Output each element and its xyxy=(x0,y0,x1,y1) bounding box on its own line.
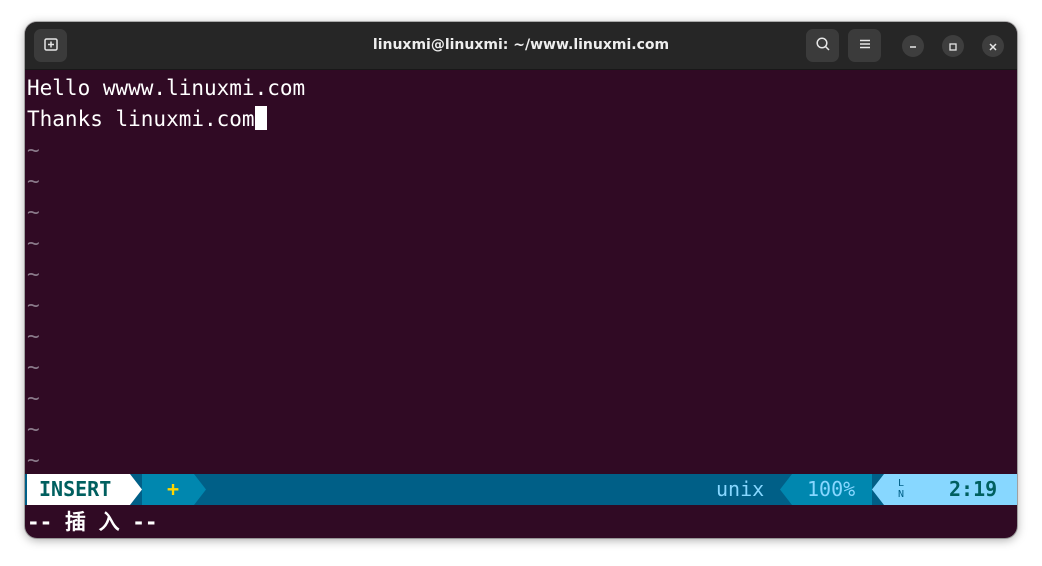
fileformat-separator-arrow xyxy=(780,474,792,505)
search-icon xyxy=(815,36,831,56)
cursor-position: 2:19 xyxy=(949,477,998,501)
line-number-symbol: LN xyxy=(898,478,910,502)
buffer-line-1: Hello wwww.linuxmi.com xyxy=(27,73,305,104)
mode-indicator: INSERT xyxy=(27,474,130,505)
maximize-icon xyxy=(948,37,958,56)
fileformat-label: unix xyxy=(716,477,765,501)
empty-line-marker: ~ xyxy=(27,355,40,379)
new-tab-button[interactable] xyxy=(34,29,67,62)
buffer-line-2-text: Thanks linuxmi.com xyxy=(27,107,255,131)
modified-separator-arrow xyxy=(194,474,206,505)
empty-line-marker: ~ xyxy=(27,386,40,410)
percent-separator-arrow xyxy=(872,474,884,505)
title-bar: linuxmi@linuxmi: ~/www.linuxmi.com xyxy=(25,22,1017,70)
menu-button[interactable] xyxy=(848,29,881,62)
close-button[interactable] xyxy=(982,35,1004,57)
buffer-line-1-text: Hello wwww.linuxmi.com xyxy=(27,76,306,100)
buffer-line-2: Thanks linuxmi.com xyxy=(27,104,267,135)
terminal-window: linuxmi@linuxmi: ~/www.linuxmi.com Hello… xyxy=(25,22,1017,538)
modified-flag: + xyxy=(167,477,180,501)
close-icon xyxy=(988,37,998,56)
minimize-button[interactable] xyxy=(902,35,924,57)
search-button[interactable] xyxy=(806,29,839,62)
empty-line-marker: ~ xyxy=(27,169,40,193)
empty-line-marker: ~ xyxy=(27,448,40,472)
empty-line-marker: ~ xyxy=(27,262,40,286)
empty-line-marker: ~ xyxy=(27,324,40,348)
command-line-message: -- 插 入 -- xyxy=(27,510,158,534)
maximize-button[interactable] xyxy=(942,35,964,57)
ln-symbol-text: LN xyxy=(898,478,905,500)
text-cursor xyxy=(254,106,267,130)
vim-statusline: INSERT + unix 100% LN 2:19 xyxy=(25,474,1017,505)
new-tab-icon xyxy=(43,36,59,56)
empty-line-marker: ~ xyxy=(27,138,40,162)
empty-line-marker: ~ xyxy=(27,200,40,224)
percent-label: 100% xyxy=(792,474,872,505)
empty-line-marker: ~ xyxy=(27,231,40,255)
vim-editor[interactable]: Hello wwww.linuxmi.com Thanks linuxmi.co… xyxy=(25,70,1017,538)
empty-line-marker: ~ xyxy=(27,293,40,317)
empty-line-marker: ~ xyxy=(27,417,40,441)
mode-separator-arrow xyxy=(130,474,142,505)
hamburger-menu-icon xyxy=(858,36,872,55)
minimize-icon xyxy=(908,37,918,56)
